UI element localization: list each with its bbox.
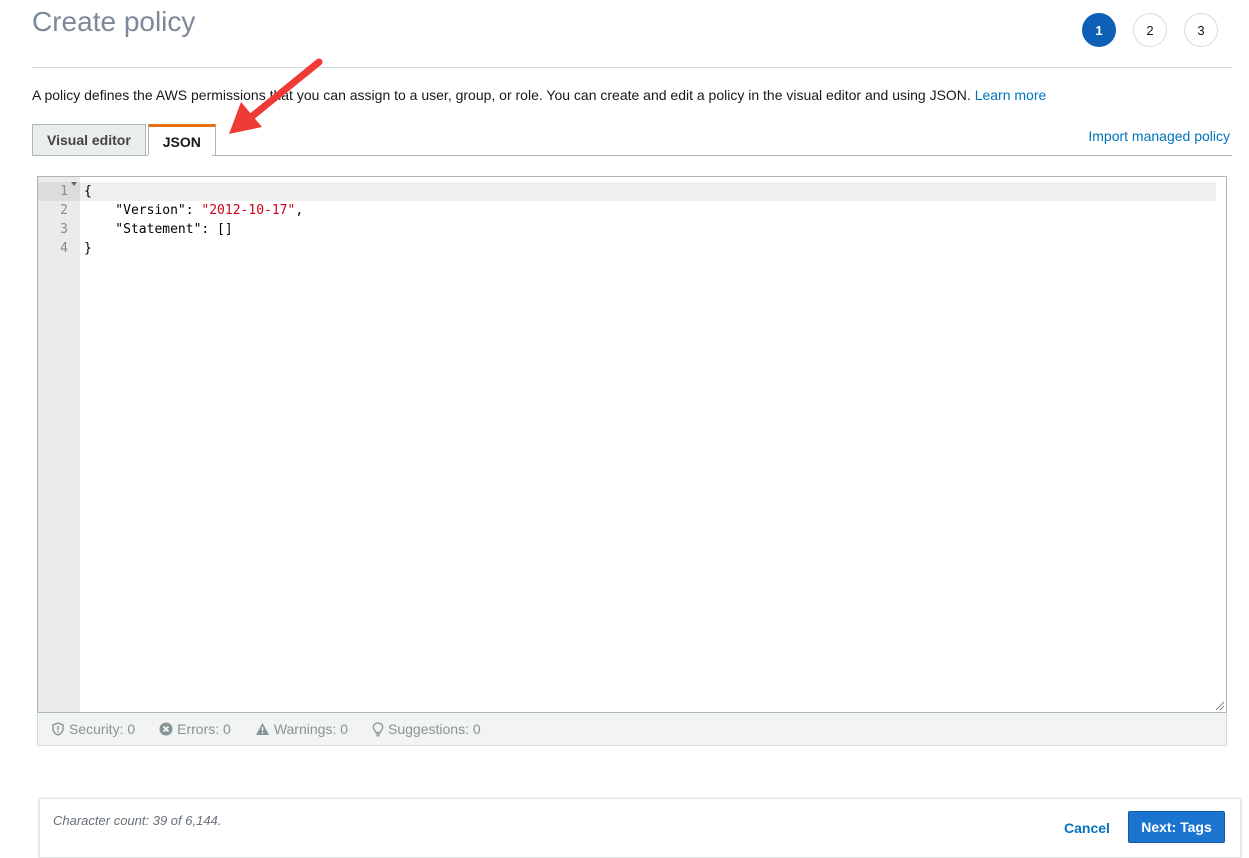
editor-tabs: Visual editor JSON — [32, 124, 216, 156]
tab-json[interactable]: JSON — [147, 124, 216, 156]
resize-handle-icon[interactable] — [1216, 702, 1224, 710]
warnings-count: Warnings: 0 — [273, 721, 349, 737]
shield-icon — [52, 722, 64, 736]
code-line: "Statement": [] — [84, 222, 233, 237]
tab-visual-editor[interactable]: Visual editor — [32, 124, 146, 155]
step-3[interactable]: 3 — [1184, 13, 1218, 47]
line-number: 3 — [60, 222, 68, 237]
json-punct: , — [295, 203, 304, 218]
json-string-value: "2012-10-17" — [201, 203, 296, 218]
security-count: Security: 0 — [69, 721, 136, 737]
cancel-button[interactable]: Cancel — [1058, 819, 1116, 837]
lightbulb-icon — [372, 721, 384, 736]
description-text: A policy defines the AWS permissions tha… — [32, 87, 971, 103]
security-status[interactable]: Security: 0 — [51, 721, 135, 737]
wizard-steps: 1 2 3 — [1082, 13, 1218, 47]
error-icon — [159, 722, 173, 736]
code-line: { — [84, 184, 92, 199]
import-managed-policy-link[interactable]: Import managed policy — [1088, 128, 1230, 144]
suggestions-count: Suggestions: 0 — [388, 721, 481, 737]
character-count: Character count: 39 of 6,144. — [53, 813, 222, 828]
line-number: 4 — [60, 241, 68, 256]
header-divider — [32, 67, 1232, 68]
page-title: Create policy — [32, 6, 196, 37]
footer-panel: Character count: 39 of 6,144. Cancel Nex… — [39, 798, 1241, 858]
step-2[interactable]: 2 — [1133, 13, 1167, 47]
step-1[interactable]: 1 — [1082, 13, 1116, 47]
code-area[interactable]: { "Version": "2012-10-17", "Statement": … — [84, 182, 1216, 258]
json-key: "Version": — [84, 203, 202, 218]
code-line: } — [84, 241, 92, 256]
json-editor[interactable]: 1 2 3 4 { "Version": "2012-10-17", "Stat… — [37, 176, 1227, 713]
active-tab-gap — [148, 155, 212, 156]
policy-description: A policy defines the AWS permissions tha… — [32, 87, 1046, 103]
fold-arrow-icon[interactable] — [71, 182, 77, 186]
errors-status[interactable]: Errors: 0 — [159, 721, 231, 737]
line-number: 1 — [60, 184, 68, 199]
tab-underline — [32, 155, 1232, 156]
errors-count: Errors: 0 — [177, 721, 231, 737]
learn-more-link[interactable]: Learn more — [975, 87, 1047, 103]
code-line: "Version": "2012-10-17", — [84, 201, 1216, 220]
editor-gutter: 1 2 3 4 — [38, 177, 80, 712]
warning-icon — [255, 723, 269, 735]
warnings-status[interactable]: Warnings: 0 — [255, 721, 348, 737]
next-tags-button[interactable]: Next: Tags — [1128, 811, 1225, 843]
validation-status-bar: Security: 0 Errors: 0 Warnings: 0 Sugges… — [37, 712, 1227, 746]
line-number: 2 — [60, 203, 68, 218]
suggestions-status[interactable]: Suggestions: 0 — [372, 721, 481, 737]
